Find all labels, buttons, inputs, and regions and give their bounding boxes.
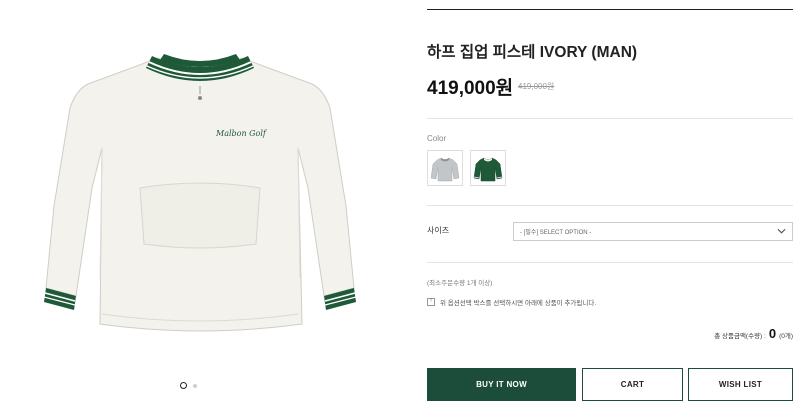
product-title: 하프 집업 피스테 IVORY (MAN)	[427, 44, 638, 61]
gallery-dot-active[interactable]	[180, 382, 187, 389]
size-select[interactable]: - [필수] SELECT OPTION -	[513, 222, 793, 241]
gallery-dot[interactable]	[193, 383, 197, 388]
size-label: 사이즈	[427, 226, 450, 235]
product-image: Malbon Golf	[43, 54, 357, 332]
total-price: 총 상품금액(수량) : 0 (0개)	[714, 326, 793, 341]
product-info-panel: 하프 집업 피스테 IVORY (MAN) 419,000원 419,000원 …	[427, 0, 793, 410]
color-swatch-grey[interactable]	[427, 150, 463, 186]
total-label: 총 상품금액(수량) :	[714, 333, 766, 340]
buy-now-button[interactable]: BUY IT NOW	[427, 368, 576, 401]
info-icon: !	[427, 298, 435, 306]
chevron-down-icon	[777, 228, 786, 234]
divider	[427, 262, 793, 263]
wishlist-button[interactable]: WISH LIST	[688, 368, 793, 401]
green-jacket-swatch-icon	[473, 157, 503, 182]
total-quantity: (0개)	[779, 333, 793, 340]
divider	[427, 9, 793, 10]
cart-button[interactable]: CART	[582, 368, 683, 401]
chest-logo-text: Malbon Golf	[215, 129, 268, 138]
size-select-value: - [필수] SELECT OPTION -	[520, 230, 592, 236]
product-price: 419,000원	[427, 78, 514, 99]
grey-jacket-swatch-icon	[430, 157, 460, 182]
color-swatch-green[interactable]	[470, 150, 506, 186]
product-gallery: Malbon Golf	[0, 0, 400, 410]
color-label: Color	[427, 134, 447, 143]
gallery-pagination	[180, 382, 197, 389]
option-notice: ! 위 옵션선택 박스를 선택하시면 아래에 상품이 추가됩니다.	[427, 297, 596, 307]
original-price: 419,000원	[518, 82, 555, 91]
divider	[427, 205, 793, 206]
notice-text: 위 옵션선택 박스를 선택하시면 아래에 상품이 추가됩니다.	[440, 300, 597, 307]
min-quantity-text: (최소주문수량 1개 이상)	[427, 280, 493, 287]
total-value: 0	[768, 326, 777, 341]
divider	[427, 118, 793, 119]
